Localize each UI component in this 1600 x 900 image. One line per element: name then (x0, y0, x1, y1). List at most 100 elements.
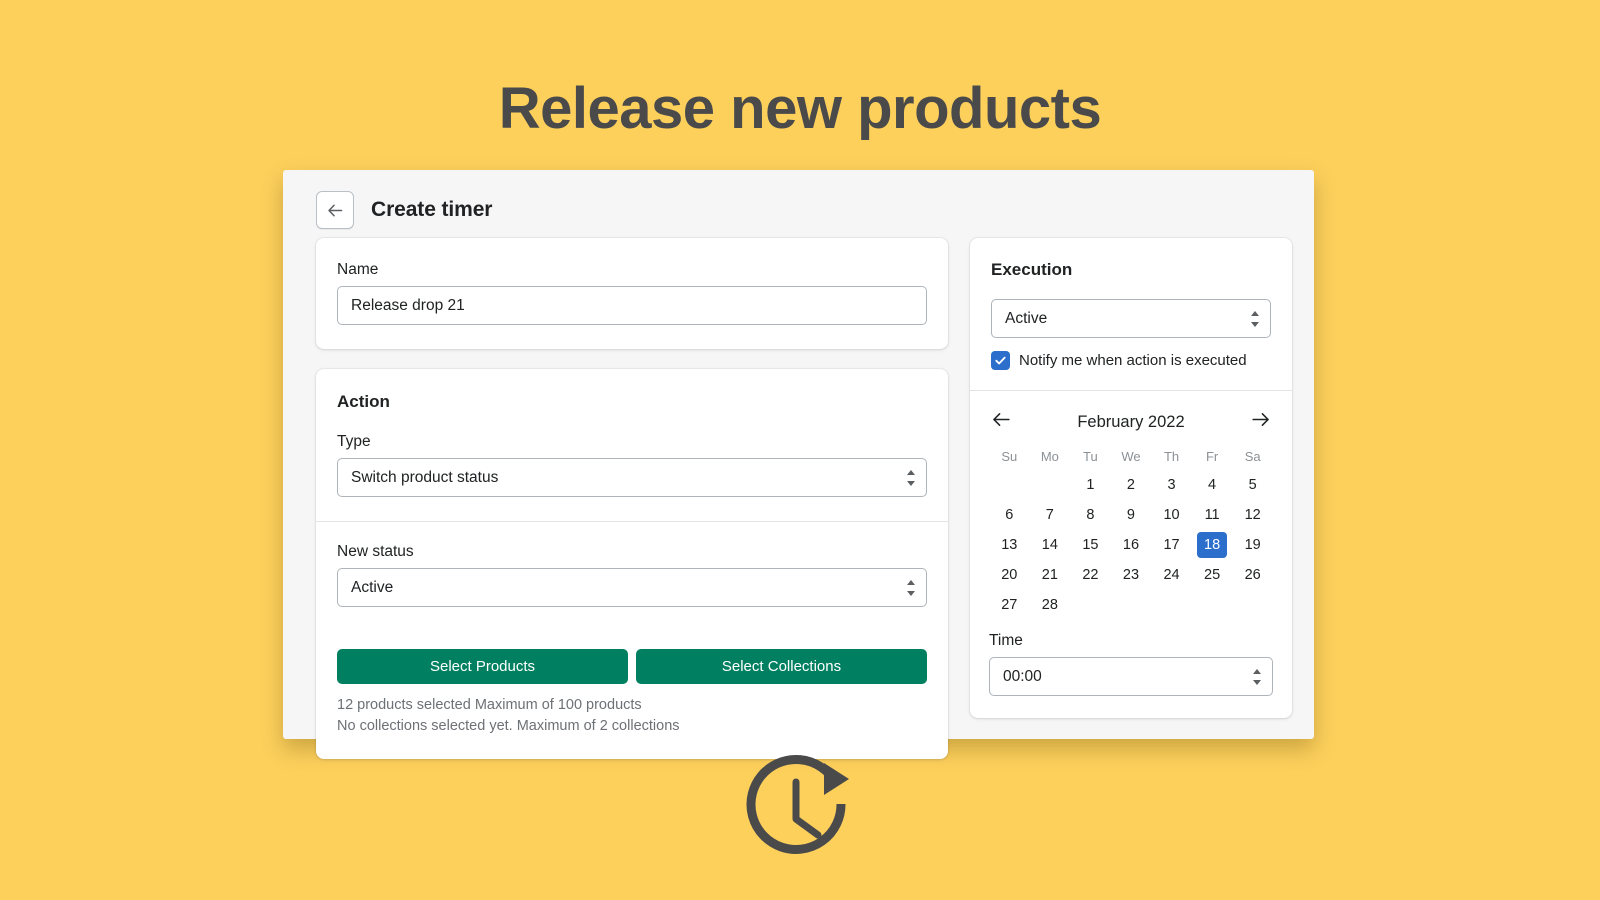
stepper-icon (906, 469, 915, 486)
calendar-day[interactable]: 25 (1197, 562, 1227, 588)
calendar-day[interactable]: 13 (994, 532, 1024, 558)
calendar-weekday-row: Su Mo Tu We Th Fr Sa (989, 445, 1273, 470)
calendar-cell (1192, 590, 1233, 620)
time-label: Time (989, 632, 1023, 649)
left-column: Name Release drop 21 Action Type Switch … (316, 238, 948, 779)
check-icon (994, 354, 1007, 367)
calendar-week-row: 27 28 (989, 590, 1273, 620)
calendar-day[interactable]: 19 (1238, 532, 1268, 558)
calendar-day[interactable]: 6 (994, 502, 1024, 528)
calendar-day[interactable]: 4 (1197, 472, 1227, 498)
calendar-cell: 8 (1070, 500, 1111, 530)
calendar-cell: 22 (1070, 560, 1111, 590)
calendar-weekday: Mo (1040, 449, 1059, 464)
calendar-cell: 18 (1192, 530, 1233, 560)
calendar-day[interactable]: 2 (1116, 472, 1146, 498)
stepper-icon (906, 579, 915, 596)
app-window: Create timer Name Release drop 21 Action… (283, 170, 1314, 760)
clock-arrow-icon (738, 748, 863, 873)
calendar-cell: 27 (989, 590, 1030, 620)
type-select-value: Switch product status (351, 469, 499, 486)
calendar-day[interactable]: 22 (1075, 562, 1105, 588)
calendar-day[interactable]: 28 (1035, 592, 1065, 618)
calendar-day[interactable]: 1 (1075, 472, 1105, 498)
new-status-label: New status (337, 543, 414, 560)
calendar-cell: 4 (1192, 470, 1233, 500)
calendar-cell: 11 (1192, 500, 1233, 530)
action-button-row: Select Products Select Collections (337, 649, 927, 684)
calendar-weekday: Su (1001, 449, 1018, 464)
action-card: Action Type Switch product status New st… (316, 369, 948, 760)
calendar-cell: 17 (1151, 530, 1192, 560)
calendar-day[interactable]: 10 (1157, 502, 1187, 528)
calendar-day[interactable]: 9 (1116, 502, 1146, 528)
calendar-weekday: Sa (1244, 449, 1261, 464)
name-input[interactable]: Release drop 21 (337, 286, 927, 325)
calendar-header: February 2022 (989, 407, 1273, 445)
calendar-cell (989, 470, 1030, 500)
calendar-day-empty (1035, 470, 1065, 496)
calendar-week-row: 6 7 8 9 10 11 12 (989, 500, 1273, 530)
calendar-cell (1030, 470, 1071, 500)
new-status-select[interactable]: Active (337, 568, 927, 607)
page-title: Release new products (498, 76, 1102, 141)
notify-checkbox[interactable] (991, 351, 1010, 370)
calendar-day[interactable]: 11 (1197, 502, 1227, 528)
calendar-cell (1151, 590, 1192, 620)
execution-status-select[interactable]: Active (991, 299, 1271, 338)
calendar-cell: 1 (1070, 470, 1111, 500)
calendar-cell (1070, 590, 1111, 620)
calendar-day[interactable]: 5 (1238, 472, 1268, 498)
calendar-day[interactable]: 7 (1035, 502, 1065, 528)
calendar-week-row: 20 21 22 23 24 25 26 (989, 560, 1273, 590)
calendar-cell: 16 (1111, 530, 1152, 560)
calendar-cell: 15 (1070, 530, 1111, 560)
calendar-day[interactable]: 20 (994, 562, 1024, 588)
window-header: Create timer (283, 170, 1314, 232)
calendar-cell: 14 (1030, 530, 1071, 560)
name-card: Name Release drop 21 (316, 238, 948, 349)
calendar-cell: 3 (1151, 470, 1192, 500)
calendar-day[interactable]: 27 (994, 592, 1024, 618)
calendar-day[interactable]: 26 (1238, 562, 1268, 588)
calendar-next-button[interactable] (1250, 409, 1271, 435)
calendar-day[interactable]: 16 (1116, 532, 1146, 558)
calendar-day[interactable]: 14 (1035, 532, 1065, 558)
calendar-month-label: February 2022 (1077, 412, 1185, 431)
arrow-right-icon (1250, 409, 1271, 435)
calendar-cell: 5 (1232, 470, 1273, 500)
calendar-day[interactable]: 18 (1197, 532, 1228, 558)
calendar-cell (1232, 590, 1273, 620)
calendar-week-row: 13 14 15 16 17 18 19 (989, 530, 1273, 560)
notify-checkbox-row[interactable]: Notify me when action is executed (991, 351, 1271, 370)
calendar-prev-button[interactable] (991, 409, 1012, 435)
new-status-select-value: Active (351, 579, 394, 596)
calendar-day[interactable]: 17 (1157, 532, 1187, 558)
calendar-cell: 19 (1232, 530, 1273, 560)
type-select[interactable]: Switch product status (337, 458, 927, 497)
calendar-day-empty (1075, 590, 1105, 616)
calendar-day[interactable]: 3 (1157, 472, 1187, 498)
notify-checkbox-label: Notify me when action is executed (1019, 352, 1247, 369)
calendar-day[interactable]: 24 (1157, 562, 1187, 588)
calendar-day-empty (1197, 590, 1227, 616)
calendar-weekday: Tu (1083, 449, 1098, 464)
calendar-cell: 20 (989, 560, 1030, 590)
select-collections-button[interactable]: Select Collections (636, 649, 927, 684)
select-products-button[interactable]: Select Products (337, 649, 628, 684)
arrow-left-icon (991, 409, 1012, 435)
time-select[interactable]: 00:00 (989, 657, 1273, 696)
back-button[interactable] (316, 191, 354, 229)
calendar-day[interactable]: 21 (1035, 562, 1065, 588)
calendar-cell: 25 (1192, 560, 1233, 590)
stepper-icon (1250, 310, 1259, 327)
calendar-day[interactable]: 15 (1075, 532, 1105, 558)
calendar-cell: 9 (1111, 500, 1152, 530)
calendar-day[interactable]: 8 (1075, 502, 1105, 528)
calendar-cell: 23 (1111, 560, 1152, 590)
calendar-day-empty (994, 470, 1024, 496)
calendar-day[interactable]: 23 (1116, 562, 1146, 588)
execution-card: Execution Active Notify me when action i… (970, 238, 1292, 718)
arrow-left-icon (326, 201, 345, 220)
calendar-day[interactable]: 12 (1238, 502, 1268, 528)
